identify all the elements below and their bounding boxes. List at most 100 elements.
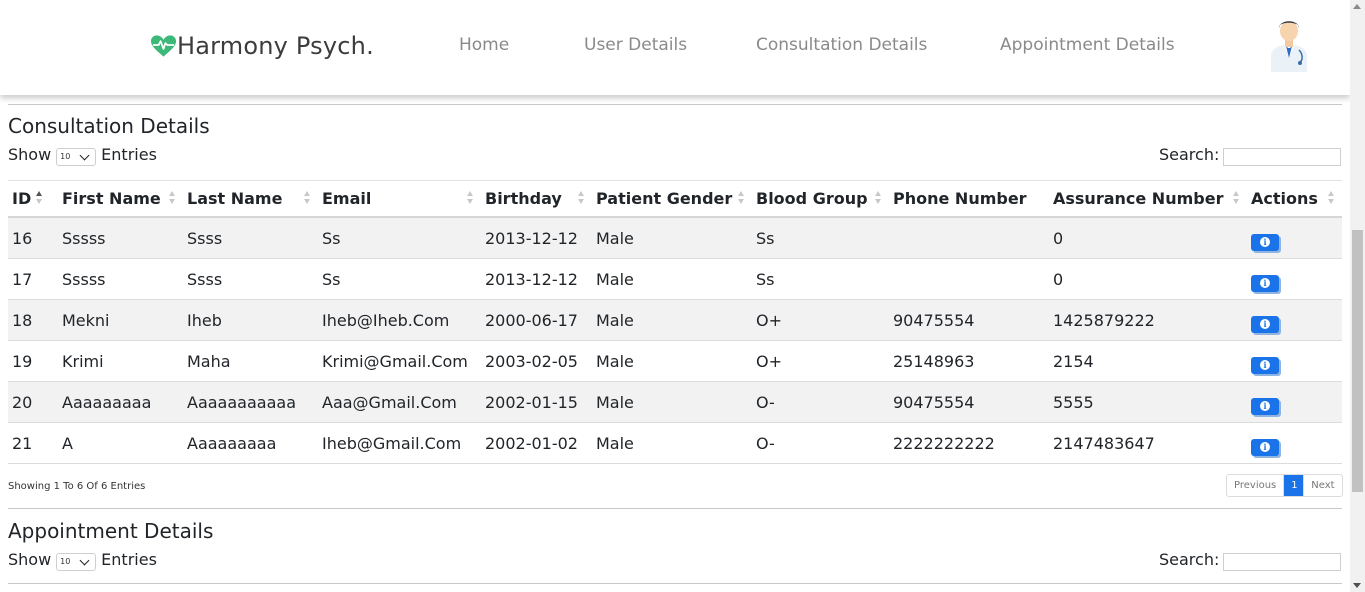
table-cell: 2154	[1049, 340, 1247, 382]
table-cell: Male	[592, 381, 752, 423]
scroll-thumb[interactable]	[1352, 230, 1363, 492]
scroll-down-arrow-icon[interactable]	[1353, 583, 1361, 588]
column-header-last-name[interactable]: Last Name	[183, 180, 318, 218]
search-label: Search:	[1159, 550, 1220, 569]
show-label: Show	[8, 145, 52, 164]
view-details-button[interactable]: i	[1251, 397, 1279, 415]
table-cell: Male	[592, 340, 752, 382]
sort-icon	[467, 191, 473, 205]
actions-cell: i	[1247, 422, 1342, 464]
column-header-birthday[interactable]: Birthday	[481, 180, 592, 218]
brand-logo[interactable]: Harmony Psych.	[150, 28, 374, 64]
doctor-avatar[interactable]	[1266, 14, 1312, 72]
table-cell: 2003-02-05	[481, 340, 592, 382]
sort-icon	[578, 191, 584, 205]
pagination-page-1[interactable]: 1	[1284, 475, 1304, 496]
column-header-actions[interactable]: Actions	[1247, 180, 1342, 218]
entries-label: Entries	[101, 550, 157, 569]
page-size-select[interactable]: 10	[56, 552, 97, 571]
sort-icon	[875, 191, 881, 205]
table-cell: 20	[8, 381, 58, 423]
consultation-title: Consultation Details	[8, 114, 210, 138]
table-cell: Iheb@Iheb.Com	[318, 299, 481, 341]
view-details-button[interactable]: i	[1251, 274, 1279, 292]
table-cell: Iheb	[183, 299, 318, 341]
view-details-button[interactable]: i	[1251, 438, 1279, 456]
table-cell: Ss	[318, 258, 481, 300]
table-cell: Aaaaaaaaaaa	[183, 381, 318, 423]
table-cell: 2002-01-15	[481, 381, 592, 423]
divider	[8, 583, 1342, 584]
page-size-select[interactable]: 10	[56, 147, 97, 166]
search-input[interactable]	[1223, 553, 1341, 571]
view-details-button[interactable]: i	[1251, 315, 1279, 333]
column-header-assurance-number[interactable]: Assurance Number	[1049, 180, 1247, 218]
table-cell: 2222222222	[889, 422, 1049, 464]
nav-user-details[interactable]: User Details	[584, 35, 687, 55]
nav-home[interactable]: Home	[459, 35, 509, 55]
search-input[interactable]	[1223, 148, 1341, 166]
table-cell: 19	[8, 340, 58, 382]
chevron-down-icon	[79, 150, 90, 160]
table-cell: O-	[752, 381, 889, 423]
actions-cell: i	[1247, 258, 1342, 300]
column-header-phone-number[interactable]: Phone Number	[889, 180, 1049, 218]
table-cell	[889, 216, 1049, 259]
heartbeat-icon	[150, 35, 177, 57]
view-details-button[interactable]: i	[1251, 233, 1279, 251]
table-cell: O-	[752, 422, 889, 464]
table-cell: Aaaaaaaaa	[183, 422, 318, 464]
table-cell: Iheb@Gmail.Com	[318, 422, 481, 464]
table-cell: 2147483647	[1049, 422, 1247, 464]
sort-icon	[738, 191, 744, 205]
sort-icon	[36, 191, 42, 205]
table-cell: 2002-01-02	[481, 422, 592, 464]
entries-label: Entries	[101, 145, 157, 164]
table-cell: Male	[592, 422, 752, 464]
info-icon: i	[1260, 318, 1270, 329]
table-row: 16 Sssss Ssss Ss 2013-12-12 Male Ss 0 i	[8, 216, 1342, 259]
table-row: 20 Aaaaaaaaa Aaaaaaaaaaa Aaa@Gmail.Com 2002-…	[8, 381, 1342, 423]
appointment-title: Appointment Details	[8, 519, 214, 543]
table-cell: Aaa@Gmail.Com	[318, 381, 481, 423]
nav-consultation-details[interactable]: Consultation Details	[756, 35, 927, 55]
table-header-row: ID First Name Last Name Email Birthday P…	[8, 180, 1342, 218]
info-icon: i	[1260, 277, 1270, 288]
table-row: 17 Sssss Ssss Ss 2013-12-12 Male Ss 0 i	[8, 258, 1342, 300]
column-header-patient-gender[interactable]: Patient Gender	[592, 180, 752, 218]
column-header-first-name[interactable]: First Name	[58, 180, 183, 218]
column-header-email[interactable]: Email	[318, 180, 481, 218]
table-cell: 18	[8, 299, 58, 341]
table-cell: Krimi	[58, 340, 183, 382]
scroll-up-arrow-icon[interactable]	[1353, 4, 1361, 9]
table-cell: O+	[752, 299, 889, 341]
table-cell: 17	[8, 258, 58, 300]
pagination-next[interactable]: Next	[1303, 475, 1341, 496]
pagination-previous[interactable]: Previous	[1227, 475, 1285, 496]
table-cell: 21	[8, 422, 58, 464]
info-icon: i	[1260, 441, 1270, 452]
table-cell: Mekni	[58, 299, 183, 341]
table-cell: 2013-12-12	[481, 258, 592, 300]
nav-appointment-details[interactable]: Appointment Details	[1000, 35, 1175, 55]
divider	[8, 104, 1342, 105]
table-row: 18 Mekni Iheb Iheb@Iheb.Com 2000-06-17 Male O+…	[8, 299, 1342, 341]
page-scrollbar[interactable]	[1350, 0, 1365, 592]
table-cell: 2013-12-12	[481, 216, 592, 259]
show-label: Show	[8, 550, 52, 569]
view-details-button[interactable]: i	[1251, 356, 1279, 374]
table-cell: Male	[592, 216, 752, 259]
table-cell: O+	[752, 340, 889, 382]
pagination: Previous 1 Next	[1226, 474, 1343, 497]
column-header-blood-group[interactable]: Blood Group	[752, 180, 889, 218]
table-cell: 5555	[1049, 381, 1247, 423]
appointment-length-control: Show 10 Entries	[8, 550, 157, 571]
table-cell: Krimi@Gmail.Com	[318, 340, 481, 382]
info-icon: i	[1260, 400, 1270, 411]
column-header-id[interactable]: ID	[8, 180, 58, 218]
chevron-down-icon	[79, 555, 90, 565]
sort-icon	[169, 191, 175, 205]
table-cell	[889, 258, 1049, 300]
table-cell: 90475554	[889, 299, 1049, 341]
actions-cell: i	[1247, 216, 1342, 259]
